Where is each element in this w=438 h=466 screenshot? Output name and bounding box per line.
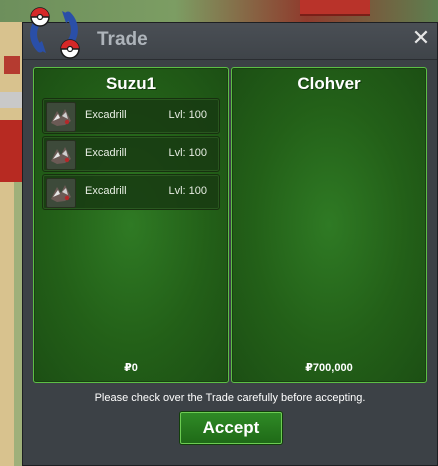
trade-notice: Please check over the Trade carefully be… [94, 392, 366, 404]
player-name-left: Suzu1 [105, 74, 157, 93]
offer-panel-left: Suzu1 Excadrill Lvl: 100 Excadrill Lvl: … [33, 67, 229, 383]
offer-panel-right: Clohver ₽700,000 [231, 67, 427, 383]
excadrill-icon [46, 140, 76, 170]
excadrill-icon [46, 102, 76, 132]
map-roof [300, 0, 370, 16]
item-name: Excadrill [85, 185, 127, 197]
trade-window: Trade ✕ Suzu1 Excadrill Lvl: 100 Excadri… [22, 22, 438, 466]
excadrill-icon [46, 178, 76, 208]
trade-item-slot[interactable]: Excadrill Lvl: 100 [42, 136, 220, 172]
item-name: Excadrill [85, 109, 127, 121]
accept-button[interactable]: Accept [180, 412, 282, 444]
item-level: Lvl: 100 [168, 185, 207, 197]
item-level: Lvl: 100 [168, 109, 207, 121]
money-left: ₽0 [124, 362, 138, 374]
close-icon[interactable]: ✕ [411, 27, 431, 49]
map-building [0, 120, 24, 182]
item-level: Lvl: 100 [168, 147, 207, 159]
window-title: Trade [97, 29, 148, 50]
trade-logo-icon [24, 3, 86, 63]
player-name-right: Clohver [297, 74, 361, 93]
item-name: Excadrill [85, 147, 127, 159]
map-left-strip [0, 22, 24, 466]
map-marker [4, 56, 20, 74]
trade-item-slot[interactable]: Excadrill Lvl: 100 [42, 174, 220, 210]
money-right: ₽700,000 [305, 362, 353, 374]
trade-item-slot[interactable]: Excadrill Lvl: 100 [42, 98, 220, 134]
map-path [0, 92, 24, 108]
